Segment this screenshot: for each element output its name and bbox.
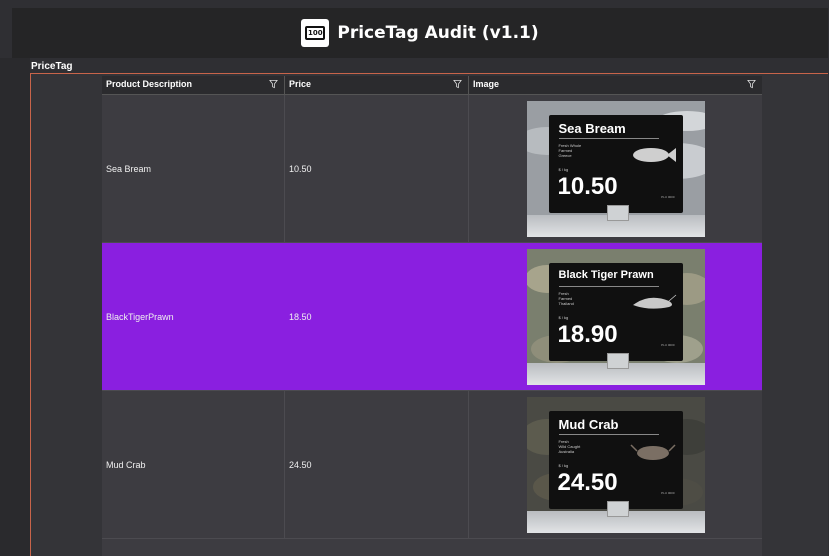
price-tag-logo-icon: 100 — [301, 19, 330, 47]
sign-details: Fresh Farmed Thailand — [558, 290, 574, 306]
section-label: PriceTag — [31, 61, 73, 72]
image-cell[interactable]: Sea Bream Fresh Whole Farmed Greece $ / … — [469, 95, 762, 242]
table-row-selected[interactable]: BlackTigerPrawn 18.50 Black Tiger Prawn … — [102, 243, 762, 391]
filter-icon[interactable] — [269, 79, 278, 89]
price-cell[interactable]: 10.50 — [285, 95, 469, 242]
logo-text: 100 — [305, 26, 326, 40]
price-cell[interactable]: 24.50 — [285, 391, 469, 538]
sign-details: Fresh Wild Caught Australia — [558, 438, 581, 454]
grid-new-row[interactable] — [102, 539, 762, 553]
product-description-cell[interactable]: BlackTigerPrawn — [102, 243, 285, 390]
product-description-cell[interactable]: Mud Crab — [102, 391, 285, 538]
image-cell[interactable]: Black Tiger Prawn Fresh Farmed Thailand … — [469, 243, 762, 390]
product-image: Sea Bream Fresh Whole Farmed Greece $ / … — [526, 100, 705, 237]
column-header-price[interactable]: Price — [285, 76, 469, 94]
product-description-cell[interactable]: Sea Bream — [102, 95, 285, 242]
image-cell[interactable]: Mud Crab Fresh Wild Caught Australia $ /… — [469, 391, 762, 538]
sign-product-name: Black Tiger Prawn — [558, 268, 654, 281]
app-title: PriceTag Audit (v1.1) — [337, 23, 539, 43]
left-panel — [0, 58, 30, 556]
title-bar: 100 PriceTag Audit (v1.1) — [12, 8, 828, 58]
sign-plu: PLU 0000 — [661, 194, 675, 199]
column-header-label: Image — [473, 79, 500, 89]
price-sign: Sea Bream Fresh Whole Farmed Greece $ / … — [548, 114, 683, 213]
pricetag-grid: Product Description Price Image Sea Brea… — [102, 76, 762, 556]
prawn-icon — [632, 294, 676, 309]
price-sign: Mud Crab Fresh Wild Caught Australia $ /… — [548, 410, 683, 509]
crab-icon — [629, 443, 676, 460]
sign-details: Fresh Whole Farmed Greece — [558, 142, 582, 158]
grid-header: Product Description Price Image — [102, 76, 762, 95]
product-image: Mud Crab Fresh Wild Caught Australia $ /… — [526, 396, 705, 533]
sign-price: 18.90 — [557, 320, 618, 348]
column-header-product-description[interactable]: Product Description — [102, 76, 285, 94]
sign-unit: $ / kg — [558, 314, 569, 320]
column-header-image[interactable]: Image — [469, 76, 762, 94]
sign-price: 24.50 — [557, 468, 618, 496]
sign-unit: $ / kg — [558, 166, 569, 172]
table-row[interactable]: Mud Crab 24.50 Mud Crab Fresh Wild Caugh… — [102, 391, 762, 539]
price-sign: Black Tiger Prawn Fresh Farmed Thailand … — [548, 262, 683, 361]
sign-plu: PLU 0000 — [661, 342, 675, 347]
price-cell[interactable]: 18.50 — [285, 243, 469, 390]
product-image: Black Tiger Prawn Fresh Farmed Thailand … — [526, 248, 705, 385]
sign-unit: $ / kg — [558, 462, 569, 468]
sign-product-name: Mud Crab — [558, 416, 619, 432]
sign-plu: PLU 0000 — [661, 490, 675, 495]
filter-icon[interactable] — [453, 79, 462, 89]
sign-product-name: Sea Bream — [558, 120, 626, 136]
sign-price: 10.50 — [557, 172, 618, 200]
column-header-label: Price — [289, 79, 312, 89]
fish-icon — [632, 147, 676, 162]
table-row[interactable]: Sea Bream 10.50 Sea Bream Fresh Whole Fa… — [102, 95, 762, 243]
column-header-label: Product Description — [106, 79, 193, 89]
filter-icon[interactable] — [747, 79, 756, 89]
